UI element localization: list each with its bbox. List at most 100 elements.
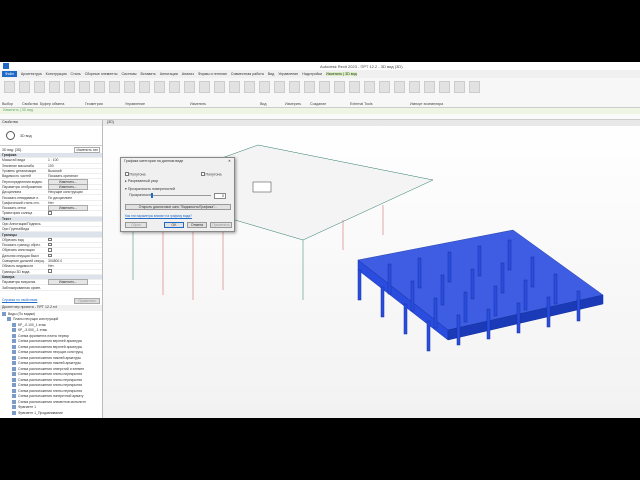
ribbon-tab[interactable]: Формы и генплан [198,72,227,76]
column[interactable] [546,296,551,328]
property-value[interactable]: Высокий [48,169,102,173]
ribbon-tool-button[interactable] [19,81,30,93]
ribbon-tool-button[interactable] [139,81,150,93]
property-value[interactable]: Несущие конструкции [48,190,102,194]
ribbon-tab[interactable]: Конструкция [46,72,67,76]
ribbon-tool-button[interactable] [124,81,135,93]
ribbon-tool-button[interactable] [349,81,360,93]
property-value[interactable] [48,211,102,216]
type-selector[interactable]: 3D вид [0,126,102,146]
column[interactable] [507,239,512,271]
property-value[interactable]: 304800.0 [48,259,102,263]
column[interactable] [433,297,438,329]
ribbon-tool-button[interactable] [49,81,60,93]
column[interactable] [553,273,558,305]
column[interactable] [463,291,468,323]
edit-type-button[interactable]: Изменить тип [74,146,100,153]
ribbon-tab[interactable]: Управление [278,72,298,76]
column[interactable] [403,303,408,335]
ribbon-tool-button[interactable] [79,81,90,93]
column[interactable] [486,308,491,340]
ribbon-tool-button[interactable] [439,81,450,93]
ribbon-tool-button[interactable] [289,81,300,93]
ok-button[interactable]: OK [164,222,184,228]
property-value[interactable]: 1 : 100 [48,158,102,162]
ribbon-tool-button[interactable] [424,81,435,93]
property-checkbox[interactable] [48,211,52,215]
column[interactable] [380,286,385,318]
column[interactable] [530,256,535,288]
ribbon-tool-button[interactable] [244,81,255,93]
column[interactable] [477,245,482,277]
property-checkbox[interactable] [48,242,52,247]
property-value[interactable] [48,248,102,253]
ribbon-tool-button[interactable] [169,81,180,93]
column[interactable] [500,262,505,294]
ribbon-tool-button[interactable] [214,81,225,93]
property-checkbox[interactable] [48,269,52,273]
ribbon-tool-button[interactable] [109,81,120,93]
surface-patterns-section[interactable]: ▸ Разрезанный узор [125,179,158,183]
ribbon-tab[interactable]: Сборные элементы [85,72,118,76]
property-value[interactable] [48,269,102,274]
transparency-input[interactable]: 0 [214,193,226,199]
view-tab[interactable]: {3D} [103,120,640,126]
ribbon-tool-button[interactable] [304,81,315,93]
reset-button[interactable]: Сброс [125,222,147,228]
ribbon-tab[interactable]: Архитектура [21,72,42,76]
ribbon-tool-button[interactable] [319,81,330,93]
ribbon-tool-button[interactable] [454,81,465,93]
revit-logo-icon[interactable] [3,63,9,69]
property-value[interactable] [48,253,102,259]
property-value[interactable]: По дисциплине [48,196,102,200]
instance-selector[interactable]: 3D вид: {3D} [2,148,21,152]
ribbon-tab[interactable]: Вставить [141,72,156,76]
column[interactable] [456,314,461,346]
ribbon-tab[interactable]: Вид [268,72,275,76]
apply-dialog-button[interactable]: Применить [210,222,232,228]
column[interactable] [470,268,475,300]
column[interactable] [447,251,452,283]
property-checkbox[interactable] [48,248,52,252]
ribbon-tab[interactable]: Анализ [182,72,194,76]
column[interactable] [357,269,362,301]
apply-button[interactable]: Применить [74,298,100,304]
column[interactable] [387,263,392,295]
ribbon-tab[interactable]: Изменить | 3D вид [326,72,357,76]
column[interactable] [417,257,422,289]
ribbon-tool-button[interactable] [259,81,270,93]
column[interactable] [426,320,431,352]
property-value[interactable]: Изменить... [48,279,102,286]
property-value[interactable] [48,237,102,243]
ribbon-tool-button[interactable] [184,81,195,93]
ribbon-tool-button[interactable] [154,81,165,93]
column[interactable] [576,290,581,322]
ribbon-tab[interactable]: Надстройки [302,72,322,76]
halftone-checkbox[interactable] [125,172,129,176]
property-value[interactable]: Нет [48,264,102,268]
ribbon-tab[interactable]: Системы [121,72,136,76]
column[interactable] [516,302,521,334]
ribbon-tool-button[interactable] [379,81,390,93]
ribbon-tool-button[interactable] [229,81,240,93]
transparency-section[interactable]: ▾ Прозрачность поверхностей [125,187,175,191]
visibility-graphics-button[interactable]: Открыть диалоговое окно "Видимость/Графи… [125,204,231,210]
ribbon-tool-button[interactable] [94,81,105,93]
property-value[interactable]: 100 [48,164,102,168]
edit-button[interactable]: Изменить... [48,183,88,190]
ribbon-tool-button[interactable] [274,81,285,93]
property-value[interactable] [48,242,102,248]
property-checkbox[interactable] [48,253,52,258]
ribbon-tab[interactable]: Сталь [71,72,81,76]
opaque-checkbox[interactable] [201,172,205,176]
ribbon-tool-button[interactable] [334,81,345,93]
ribbon-tool-button[interactable] [64,81,75,93]
property-value[interactable]: Изменить... [48,183,102,190]
edit-button[interactable]: Изменить... [48,279,88,286]
column[interactable] [493,285,498,317]
column[interactable] [523,279,528,311]
column[interactable] [410,280,415,312]
ribbon-tool-button[interactable] [34,81,45,93]
browser-item[interactable]: Фрагмент 1_Продавливание [0,410,102,416]
property-checkbox[interactable] [48,237,52,242]
